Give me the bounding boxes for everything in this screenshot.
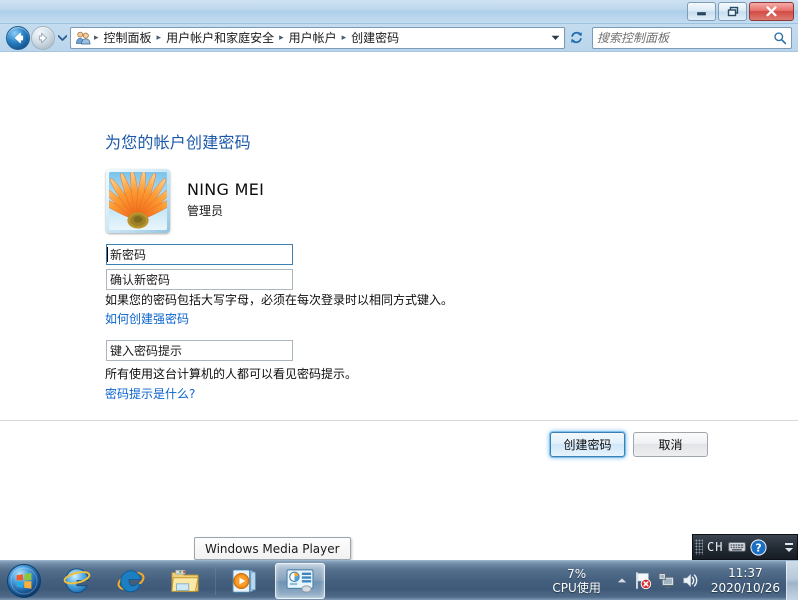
cpu-usage-indicator[interactable]: 7% CPU使用 [548, 567, 612, 595]
taskbar-items [48, 562, 329, 600]
volume-icon[interactable] [679, 568, 703, 594]
avatar [106, 169, 170, 233]
taskbar-item-windows-explorer[interactable] [160, 563, 210, 599]
account-text: NING MEI 管理员 [187, 169, 264, 219]
back-arrow-icon [14, 32, 23, 43]
ime-bar-controls[interactable] [783, 536, 795, 558]
content-divider [0, 420, 798, 421]
forward-arrow-icon [38, 32, 47, 43]
search-icon [774, 31, 787, 44]
page-title: 为您的帐户创建密码 [105, 133, 251, 152]
taskbar-item-control-panel[interactable] [275, 562, 325, 599]
confirm-password-field[interactable] [106, 269, 293, 290]
content-area: 为您的帐户创建密码 NING MEI 管理员 新密码 确认新密码 如果您的密码包… [0, 52, 798, 560]
cpu-usage-value: 7% [567, 566, 587, 581]
ie-classic-icon [117, 569, 145, 592]
password-hint-field[interactable] [106, 340, 293, 361]
media-player-icon [232, 568, 256, 593]
keyboard-icon[interactable] [727, 538, 746, 556]
navigation-bar: ▸ 控制面板 ▸ 用户帐户和家庭安全 ▸ 用户帐户 ▸ 创建密码 [0, 24, 798, 52]
minimize-icon [697, 12, 706, 16]
breadcrumb-item-control-panel[interactable]: 控制面板 [100, 28, 156, 48]
show-hidden-icons-button[interactable] [613, 568, 631, 594]
account-role: 管理员 [187, 204, 224, 218]
breadcrumb-item-create-password[interactable]: 创建密码 [347, 28, 403, 48]
system-tray: 7% CPU使用 11:37 2020/10/26 [548, 560, 798, 600]
ie-blue-icon [63, 567, 91, 593]
password-hint-input[interactable] [110, 343, 291, 358]
chevron-down-icon [57, 34, 67, 41]
window-controls [687, 2, 794, 21]
help-icon[interactable]: ? [749, 538, 768, 556]
link-what-is-password-hint[interactable]: 密码提示是什么? [105, 385, 195, 402]
breadcrumb: ▸ 控制面板 ▸ 用户帐户和家庭安全 ▸ 用户帐户 ▸ 创建密码 [74, 28, 547, 48]
cancel-button[interactable]: 取消 [633, 432, 708, 457]
confirm-password-input[interactable] [110, 272, 291, 287]
control-panel-window: ▸ 控制面板 ▸ 用户帐户和家庭安全 ▸ 用户帐户 ▸ 创建密码 搜索控制面板 … [0, 0, 798, 560]
start-orb-icon [7, 563, 41, 598]
desktop-screen: ▸ 控制面板 ▸ 用户帐户和家庭安全 ▸ 用户帐户 ▸ 创建密码 搜索控制面板 … [0, 0, 798, 600]
drag-grip-icon[interactable] [695, 539, 703, 555]
link-how-to-create-strong-password[interactable]: 如何创建强密码 [105, 310, 189, 327]
clock-date: 2020/10/26 [710, 580, 780, 595]
hint-visibility-note: 所有使用这台计算机的人都可以看见密码提示。 [105, 367, 358, 381]
chevron-down-icon[interactable] [785, 547, 793, 552]
folder-icon [171, 569, 199, 592]
svg-text:?: ? [756, 541, 762, 554]
back-button[interactable] [6, 25, 30, 50]
account-name: NING MEI [187, 180, 265, 199]
ime-language-bar[interactable]: CH ? [692, 534, 798, 560]
clock[interactable]: 11:37 2020/10/26 [703, 566, 786, 596]
minimize-icon[interactable] [785, 542, 793, 545]
dialog-buttons: 创建密码 取消 [550, 432, 708, 457]
breadcrumb-item-user-accounts[interactable]: 用户帐户 [285, 28, 341, 48]
address-bar[interactable]: ▸ 控制面板 ▸ 用户帐户和家庭安全 ▸ 用户帐户 ▸ 创建密码 [70, 26, 565, 49]
taskbar-tooltip: Windows Media Player [194, 537, 351, 560]
chevron-up-icon [617, 578, 627, 583]
refresh-button[interactable] [565, 26, 587, 49]
create-password-button[interactable]: 创建密码 [550, 432, 625, 457]
account-summary: NING MEI 管理员 [106, 169, 264, 233]
network-icon[interactable] [655, 568, 679, 594]
recent-pages-button[interactable] [56, 27, 68, 49]
forward-button[interactable] [31, 25, 55, 50]
gerbera-flower-icon [109, 172, 167, 230]
taskbar-item-internet-explorer-pinned[interactable] [52, 563, 102, 599]
control-panel-icon [286, 568, 314, 593]
taskbar-item-internet-explorer[interactable] [106, 563, 156, 599]
taskbar-separator [215, 566, 216, 595]
search-input[interactable] [597, 30, 773, 45]
clock-time: 11:37 [728, 565, 763, 580]
minimize-button[interactable] [687, 2, 716, 21]
restore-icon [727, 6, 738, 17]
text-caret [107, 247, 108, 262]
ime-language-label[interactable]: CH [706, 540, 724, 554]
cpu-usage-label: CPU使用 [552, 580, 601, 595]
new-password-input[interactable] [110, 247, 291, 262]
flower-avatar-image [109, 172, 167, 230]
chevron-down-icon [551, 35, 559, 40]
user-accounts-icon [74, 30, 93, 46]
close-icon [766, 6, 777, 17]
action-center-icon[interactable] [631, 568, 655, 594]
taskbar: 7% CPU使用 11:37 2020/10/26 [0, 560, 798, 600]
show-desktop-button[interactable] [786, 560, 798, 600]
breadcrumb-item-user-accounts-family-safety[interactable]: 用户帐户和家庭安全 [162, 28, 278, 48]
search-box[interactable] [592, 26, 792, 49]
taskbar-item-windows-media-player[interactable] [221, 563, 271, 599]
password-case-note: 如果您的密码包括大写字母，必须在每次登录时以相同方式键入。 [105, 293, 454, 307]
restore-button[interactable] [718, 2, 747, 21]
refresh-icon [571, 31, 582, 44]
close-button[interactable] [749, 2, 794, 21]
new-password-field[interactable] [106, 244, 293, 265]
window-titlebar [0, 0, 798, 24]
address-dropdown-button[interactable] [547, 28, 563, 48]
start-button[interactable] [0, 562, 48, 600]
